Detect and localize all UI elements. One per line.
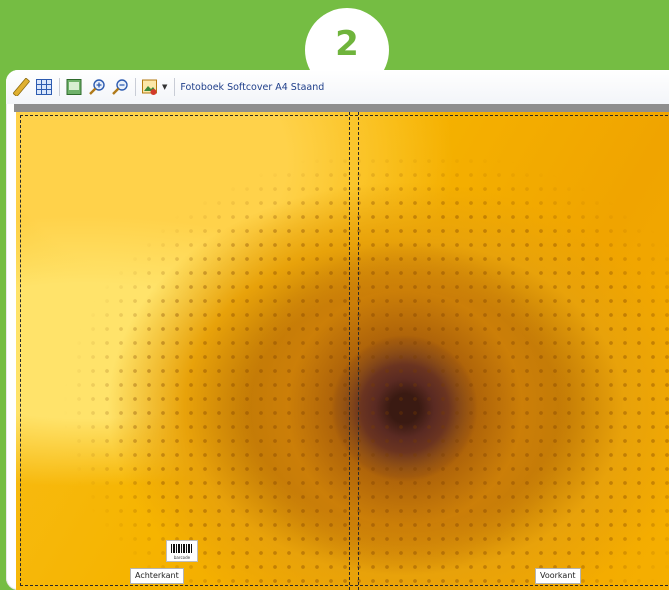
cover-canvas[interactable]: barcode Achterkant Voorkant bbox=[16, 112, 669, 590]
toolbar: ▼ Fotoboek Softcover A4 Staand bbox=[6, 70, 669, 104]
barcode-text: barcode bbox=[173, 555, 191, 560]
front-cover-label: Voorkant bbox=[535, 568, 581, 584]
ruler-strip bbox=[14, 104, 669, 112]
grid-icon[interactable] bbox=[35, 78, 53, 96]
editor-window: ▼ Fotoboek Softcover A4 Staand barcode A… bbox=[6, 70, 669, 590]
spine-left-line bbox=[349, 112, 350, 590]
barcode: barcode bbox=[166, 540, 198, 562]
back-cover-label: Achterkant bbox=[130, 568, 184, 584]
product-label: Fotoboek Softcover A4 Staand bbox=[180, 81, 325, 93]
image-tools-icon[interactable] bbox=[141, 78, 159, 96]
step-number: 2 bbox=[335, 24, 359, 64]
spine-right-line bbox=[358, 112, 359, 590]
toolbar-separator bbox=[135, 78, 136, 96]
page-view-icon[interactable] bbox=[65, 78, 83, 96]
dropdown-caret-icon[interactable]: ▼ bbox=[162, 83, 167, 91]
toolbar-separator bbox=[174, 78, 176, 96]
zoom-in-icon[interactable] bbox=[88, 78, 106, 96]
photo-texture bbox=[16, 112, 669, 590]
toolbar-separator bbox=[59, 78, 60, 96]
ruler-icon[interactable] bbox=[12, 78, 30, 96]
barcode-bars bbox=[171, 544, 193, 553]
zoom-out-icon[interactable] bbox=[111, 78, 129, 96]
